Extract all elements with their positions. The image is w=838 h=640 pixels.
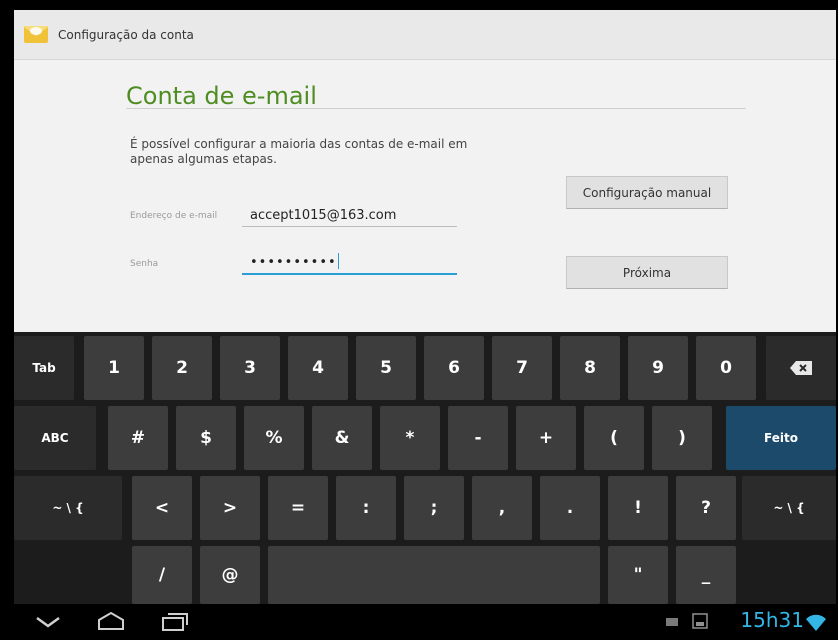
key-8[interactable]: 8	[560, 336, 620, 400]
key-7[interactable]: 7	[492, 336, 552, 400]
key-plus[interactable]: +	[516, 406, 576, 470]
key-1[interactable]: 1	[84, 336, 144, 400]
device-screen: Configuração da conta Conta de e-mail É …	[14, 10, 836, 640]
key-period[interactable]: .	[540, 476, 600, 540]
key-question[interactable]: ?	[676, 476, 736, 540]
key-space[interactable]	[268, 546, 600, 604]
key-exclamation[interactable]: !	[608, 476, 668, 540]
actionbar-title: Configuração da conta	[58, 28, 194, 42]
key-abc[interactable]: ABC	[14, 406, 96, 470]
next-button[interactable]: Próxima	[566, 256, 728, 289]
email-label: Endereço de e-mail	[130, 211, 218, 221]
key-percent[interactable]: %	[244, 406, 304, 470]
account-setup-screen: Configuração da conta Conta de e-mail É …	[14, 10, 836, 332]
email-underline	[242, 226, 457, 227]
key-at[interactable]: @	[200, 546, 260, 604]
keyboard-indicator-icon	[666, 618, 678, 626]
wifi-icon	[806, 614, 826, 631]
key-3[interactable]: 3	[220, 336, 280, 400]
key-right-paren[interactable]: )	[652, 406, 712, 470]
key-semicolon[interactable]: ;	[404, 476, 464, 540]
key-tab[interactable]: Tab	[14, 336, 74, 400]
key-5[interactable]: 5	[356, 336, 416, 400]
key-minus[interactable]: -	[448, 406, 508, 470]
key-backspace[interactable]	[766, 336, 836, 400]
key-2[interactable]: 2	[152, 336, 212, 400]
key-underscore[interactable]: _	[676, 546, 736, 604]
key-9[interactable]: 9	[628, 336, 688, 400]
password-field[interactable]: ••••••••••	[250, 253, 339, 270]
key-0[interactable]: 0	[696, 336, 756, 400]
setup-description: É possível configurar a maioria das cont…	[130, 137, 468, 166]
title-divider	[126, 108, 746, 109]
action-bar: Configuração da conta	[14, 10, 836, 60]
key-less-than[interactable]: <	[132, 476, 192, 540]
key-more-symbols-right[interactable]: ~ \ {	[742, 476, 836, 540]
home-icon[interactable]	[96, 611, 126, 631]
key-done[interactable]: Feito	[726, 406, 836, 470]
key-ampersand[interactable]: &	[312, 406, 372, 470]
key-hash[interactable]: #	[108, 406, 168, 470]
onscreen-keyboard: Tab 1 2 3 4 5 6 7 8 9 0 ABC # $ % & * - …	[14, 332, 836, 604]
email-field[interactable]: accept1015@163.com	[250, 208, 396, 223]
text-cursor	[337, 253, 339, 269]
key-asterisk[interactable]: *	[380, 406, 440, 470]
manual-setup-button[interactable]: Configuração manual	[566, 176, 728, 209]
key-comma[interactable]: ,	[472, 476, 532, 540]
key-dollar[interactable]: $	[176, 406, 236, 470]
key-4[interactable]: 4	[288, 336, 348, 400]
key-greater-than[interactable]: >	[200, 476, 260, 540]
password-dots: ••••••••••	[250, 255, 337, 270]
key-equals[interactable]: =	[268, 476, 328, 540]
system-navigation-bar: 15h31	[14, 604, 836, 640]
key-quote[interactable]: "	[608, 546, 668, 604]
email-envelope-icon[interactable]	[22, 20, 50, 48]
recent-apps-icon[interactable]	[160, 611, 190, 631]
hide-keyboard-icon[interactable]	[34, 614, 62, 630]
backspace-icon	[790, 361, 812, 375]
key-slash[interactable]: /	[132, 546, 192, 604]
key-more-symbols-left[interactable]: ~ \ {	[14, 476, 122, 540]
status-clock: 15h31	[740, 608, 804, 632]
key-left-paren[interactable]: (	[584, 406, 644, 470]
password-label: Senha	[130, 259, 159, 269]
password-underline	[242, 273, 457, 275]
screenshot-icon	[692, 613, 708, 629]
key-6[interactable]: 6	[424, 336, 484, 400]
page-title: Conta de e-mail	[126, 82, 317, 110]
key-colon[interactable]: :	[336, 476, 396, 540]
